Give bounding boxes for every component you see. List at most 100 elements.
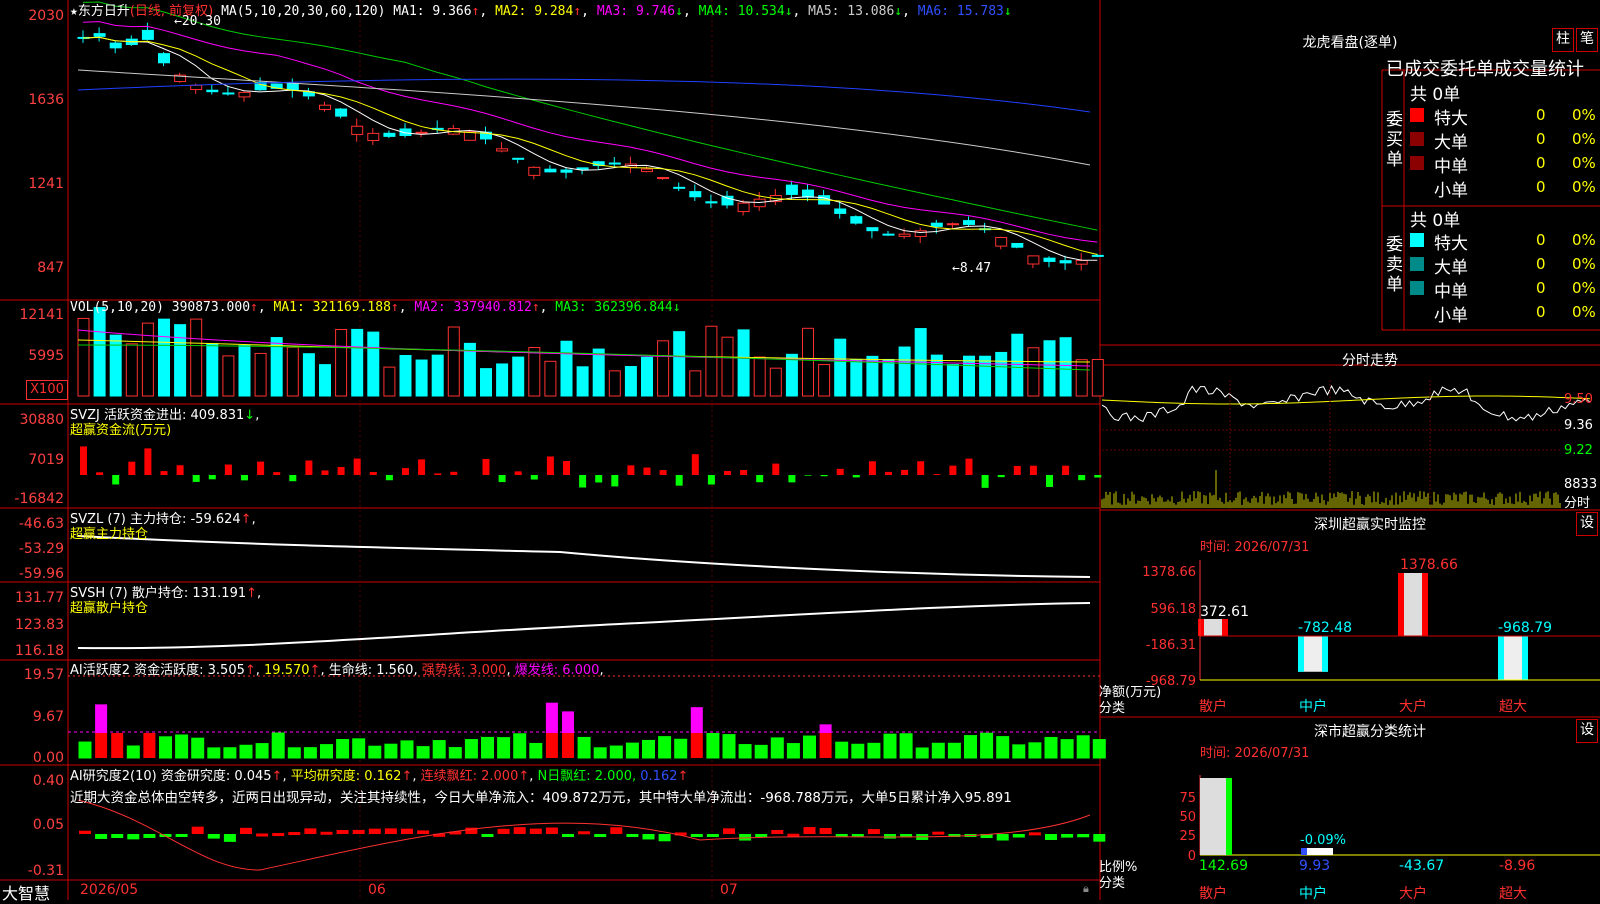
monitor-value: -782.48 xyxy=(1298,620,1352,636)
order-size-label: 小单 xyxy=(1434,176,1468,201)
monitor-y-tick: 596.18 xyxy=(1138,602,1196,617)
candle-body xyxy=(416,132,427,133)
research-bar xyxy=(884,834,896,839)
research-bar xyxy=(514,827,526,834)
active-bar xyxy=(771,738,783,758)
research-bar xyxy=(208,834,220,839)
research-bar xyxy=(755,834,767,837)
active-bar xyxy=(562,711,574,733)
research-bar xyxy=(691,834,703,837)
candle-body xyxy=(1060,261,1071,263)
monitor-category: 大户 xyxy=(1399,696,1427,716)
monitor-category: 中户 xyxy=(1299,696,1327,716)
capital-flow-bar xyxy=(257,462,264,475)
ai-active-y-tick: 19.57 xyxy=(0,667,64,683)
research-bar xyxy=(820,828,832,834)
bar-mode-button[interactable]: 柱 xyxy=(1552,28,1574,52)
capital-flow-bar xyxy=(193,475,200,482)
ma-line xyxy=(83,37,1097,254)
volume-bar xyxy=(303,354,314,396)
active-bar xyxy=(79,742,91,758)
research-bar xyxy=(272,833,284,836)
capital-flow-bar xyxy=(901,470,908,475)
volume-bar xyxy=(996,352,1007,396)
active-bar xyxy=(1045,737,1057,758)
candle-body xyxy=(642,169,653,172)
candle-body xyxy=(690,192,701,197)
active-bar xyxy=(1093,740,1105,758)
buy-total: 共 0单 xyxy=(1410,80,1460,105)
active-bar xyxy=(820,724,832,733)
research-bar xyxy=(997,834,1009,841)
capital-flow-bar xyxy=(96,472,103,475)
active-bar xyxy=(691,733,703,758)
candle-body xyxy=(497,149,508,151)
volume-bar xyxy=(336,329,347,396)
svzl-y-tick: -59.96 xyxy=(0,566,64,582)
volume-bar xyxy=(513,357,524,396)
research-bar xyxy=(787,834,799,837)
research-bar xyxy=(256,834,268,837)
monitor-settings-button[interactable]: 设 xyxy=(1576,512,1598,536)
candle-body xyxy=(529,167,540,175)
capital-flow-bar xyxy=(740,470,747,475)
active-bar xyxy=(95,704,107,733)
volume-bar xyxy=(931,355,942,396)
stock-name[interactable]: 东方日升 xyxy=(78,4,130,19)
active-bar xyxy=(659,737,671,758)
svzj-y-tick: 7019 xyxy=(0,452,64,468)
class-y-tick: 75 xyxy=(1168,791,1196,806)
candle-body xyxy=(320,105,331,109)
volume-bar xyxy=(883,359,894,396)
capital-flow-bar xyxy=(305,461,312,475)
buy-order-label: 委买单 xyxy=(1386,110,1404,170)
class-settings-button[interactable]: 设 xyxy=(1576,719,1598,743)
active-bar xyxy=(707,733,719,758)
class-value: -8.96 xyxy=(1499,858,1535,874)
capital-flow-bar xyxy=(1078,475,1085,480)
pen-mode-button[interactable]: 笔 xyxy=(1576,28,1598,52)
intraday-y-tick: 9.36 xyxy=(1564,418,1593,433)
research-bar xyxy=(401,829,413,834)
research-bar xyxy=(224,834,236,842)
order-color-swatch xyxy=(1410,281,1424,295)
active-bar xyxy=(208,748,220,758)
active-bar xyxy=(546,733,558,758)
volume-bar xyxy=(1012,334,1023,396)
candle-body xyxy=(207,90,218,91)
lock-icon[interactable]: 🔒︎ xyxy=(1083,882,1089,896)
order-size-label: 特大 xyxy=(1434,229,1468,254)
active-bar xyxy=(836,742,848,758)
order-size-label: 中单 xyxy=(1434,152,1468,177)
ai-active-y-tick: 9.67 xyxy=(0,709,64,725)
active-bar xyxy=(176,735,188,758)
vol-y-tick: 5995 xyxy=(0,348,64,364)
capital-flow-bar xyxy=(289,475,296,481)
research-bar xyxy=(385,828,397,834)
class-time: 时间: 2026/07/31 xyxy=(1200,742,1309,761)
monitor-axis-label2: 分类 xyxy=(1099,697,1125,716)
research-bar xyxy=(353,830,365,834)
candle-body xyxy=(867,228,878,231)
active-bar xyxy=(240,745,252,758)
active-bar xyxy=(787,744,799,758)
candle-body xyxy=(851,217,862,223)
research-bar xyxy=(932,832,944,835)
active-bar xyxy=(868,743,880,758)
intraday-price-line xyxy=(1102,386,1590,421)
ma-line xyxy=(83,2,1097,230)
candle-body xyxy=(191,85,202,89)
volume-bar xyxy=(368,332,379,396)
ma6-value: MA6: 15.783 xyxy=(918,4,1004,19)
capital-flow-bar xyxy=(724,471,731,475)
brand-logo[interactable]: 大智慧 xyxy=(2,880,50,904)
vol-unit-badge[interactable]: X100 xyxy=(26,380,68,400)
order-color-swatch xyxy=(1410,305,1424,319)
intraday-y-tick: 9.22 xyxy=(1564,443,1593,458)
active-bar xyxy=(562,733,574,758)
volume-bar xyxy=(964,356,975,396)
capital-flow-bar xyxy=(386,475,393,480)
candle-body xyxy=(722,196,733,205)
capital-flow-bar xyxy=(515,471,522,475)
research-bar xyxy=(723,828,735,834)
